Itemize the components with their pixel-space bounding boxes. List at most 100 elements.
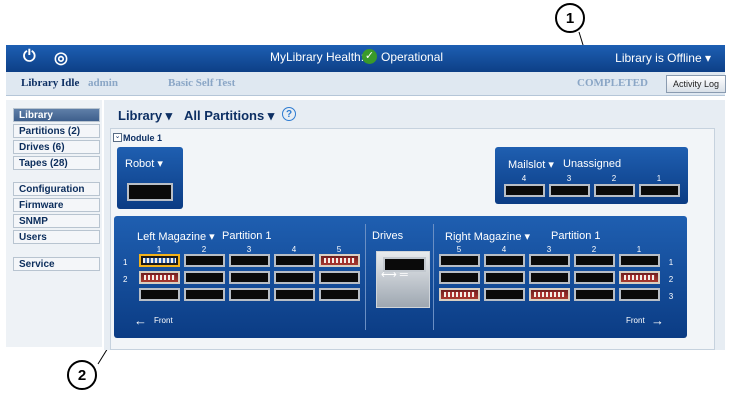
main-toolbar: Library ▾ All Partitions ▾ ? — [104, 100, 725, 128]
side-nav: Library Partitions (2) Drives (6) Tapes … — [6, 100, 102, 347]
mailslot-menu[interactable]: Mailslot ▾ — [508, 158, 554, 171]
locate-icon[interactable]: ◎ — [54, 48, 68, 68]
user-name: admin — [88, 77, 118, 89]
activity-log-button[interactable]: Activity Log — [666, 75, 726, 93]
left-column-number: 5 — [336, 245, 342, 254]
magazine-slot[interactable] — [484, 254, 525, 267]
magazine-slot[interactable] — [439, 254, 480, 267]
robot-slot[interactable] — [127, 183, 173, 201]
magazine-slot[interactable] — [619, 254, 660, 267]
nav-tapes[interactable]: Tapes (28) — [13, 156, 100, 170]
magazine-slot-tape[interactable] — [139, 271, 180, 284]
right-magazine-menu[interactable]: Right Magazine ▾ — [445, 230, 530, 243]
task-name: Basic Self Test — [168, 77, 236, 89]
front-label-right: Front — [626, 316, 645, 325]
front-label-left: Front — [154, 316, 173, 325]
mailslot-slot[interactable] — [504, 184, 545, 197]
magazine-slot[interactable] — [574, 254, 615, 267]
magazine-slot-tape[interactable] — [619, 271, 660, 284]
right-row-number: 1 — [668, 258, 674, 267]
right-partition-label: Partition 1 — [551, 230, 601, 242]
magazine-slot-selected[interactable] — [139, 254, 180, 267]
magazine-slot[interactable] — [229, 271, 270, 284]
nav-configuration[interactable]: Configuration — [13, 182, 100, 196]
magazine-slot[interactable] — [274, 271, 315, 284]
right-column-number: 1 — [636, 245, 642, 254]
health-status[interactable]: Operational — [381, 50, 443, 64]
nav-firmware[interactable]: Firmware — [13, 198, 100, 212]
left-column-number: 2 — [201, 245, 207, 254]
right-row-number: 2 — [668, 275, 674, 284]
magazine-slot[interactable] — [319, 271, 360, 284]
nav-service[interactable]: Service — [13, 257, 100, 271]
nav-snmp[interactable]: SNMP — [13, 214, 100, 228]
health-label: MyLibrary Health: — [270, 50, 365, 64]
nav-users[interactable]: Users — [13, 230, 100, 244]
partitions-menu[interactable]: All Partitions ▾ — [184, 108, 274, 124]
magazine-slot[interactable] — [184, 288, 225, 301]
magazine-slot-tape[interactable] — [529, 288, 570, 301]
mailslot-slot[interactable] — [549, 184, 590, 197]
module-label: Module 1 — [123, 133, 163, 143]
nav-library[interactable]: Library — [13, 108, 100, 122]
library-menu[interactable]: Library ▾ — [118, 108, 172, 124]
power-icon[interactable]: ⏻ — [23, 48, 36, 66]
mailslot-number: 4 — [521, 174, 527, 183]
status-row: Library Idle admin Basic Self Test COMPL… — [6, 72, 726, 96]
magazine-slot[interactable] — [274, 288, 315, 301]
magazine-slot-tape[interactable] — [439, 288, 480, 301]
mailslot-slot[interactable] — [594, 184, 635, 197]
help-icon[interactable]: ? — [282, 107, 296, 121]
magazine-slot[interactable] — [619, 288, 660, 301]
magazine-slot[interactable] — [229, 254, 270, 267]
left-column-number: 4 — [291, 245, 297, 254]
left-partition-label: Partition 1 — [222, 230, 272, 242]
drive-unit[interactable]: ⟷ ═ — [376, 251, 430, 308]
drives-label: Drives — [372, 230, 404, 242]
arrow-left-icon: ← — [134, 313, 147, 328]
robot-menu[interactable]: Robot ▾ — [125, 157, 163, 170]
magazine-slot[interactable] — [319, 288, 360, 301]
magazine-slot[interactable] — [184, 254, 225, 267]
mailslot-status: Unassigned — [563, 158, 622, 170]
right-column-number: 2 — [591, 245, 597, 254]
magazine-slot[interactable] — [574, 271, 615, 284]
magazine-slot[interactable] — [229, 288, 270, 301]
magazine-slot[interactable] — [484, 288, 525, 301]
collapse-icon[interactable]: ⌄ — [113, 133, 122, 142]
mailslot-slot[interactable] — [639, 184, 680, 197]
magazine-slot[interactable] — [439, 271, 480, 284]
module-panel: ⌄ Module 1 Robot ▾ Mailslot ▾ Unassigned… — [110, 128, 715, 350]
library-offline-menu[interactable]: Library is Offline ▾ — [615, 51, 711, 65]
swap-arrows-icon: ⟷ ═ — [381, 269, 408, 281]
top-bar: ⏻ ◎ MyLibrary Health: ✓ Operational Libr… — [6, 45, 725, 72]
magazine-slot[interactable] — [484, 271, 525, 284]
left-column-number: 1 — [156, 245, 162, 254]
robot-panel: Robot ▾ — [117, 147, 183, 209]
mailslot-number: 2 — [611, 174, 617, 183]
callout-2: 2 — [67, 360, 97, 390]
magazine-slot[interactable] — [574, 288, 615, 301]
magazine-slot[interactable] — [274, 254, 315, 267]
nav-drives[interactable]: Drives (6) — [13, 140, 100, 154]
magazine-slot[interactable] — [529, 271, 570, 284]
divider — [365, 224, 366, 330]
magazine-slot-tape[interactable] — [319, 254, 360, 267]
check-icon: ✓ — [362, 49, 377, 64]
right-column-number: 3 — [546, 245, 552, 254]
main-area: Library ▾ All Partitions ▾ ? ⌄ Module 1 … — [104, 100, 725, 350]
left-column-number: 3 — [246, 245, 252, 254]
right-column-number: 5 — [456, 245, 462, 254]
mailslot-panel: Mailslot ▾ Unassigned 4 3 2 1 — [495, 147, 688, 204]
left-magazine-menu[interactable]: Left Magazine ▾ — [137, 230, 215, 243]
magazine-slot[interactable] — [184, 271, 225, 284]
nav-partitions[interactable]: Partitions (2) — [13, 124, 100, 138]
mailslot-number: 1 — [656, 174, 662, 183]
mailslot-number: 3 — [566, 174, 572, 183]
library-state: Library Idle — [21, 77, 80, 89]
magazine-slot[interactable] — [139, 288, 180, 301]
divider — [433, 224, 434, 330]
task-result: COMPLETED — [577, 77, 648, 89]
magazine-slot[interactable] — [529, 254, 570, 267]
magazine-panel: Left Magazine ▾ Partition 1 Drives Right… — [114, 216, 687, 338]
